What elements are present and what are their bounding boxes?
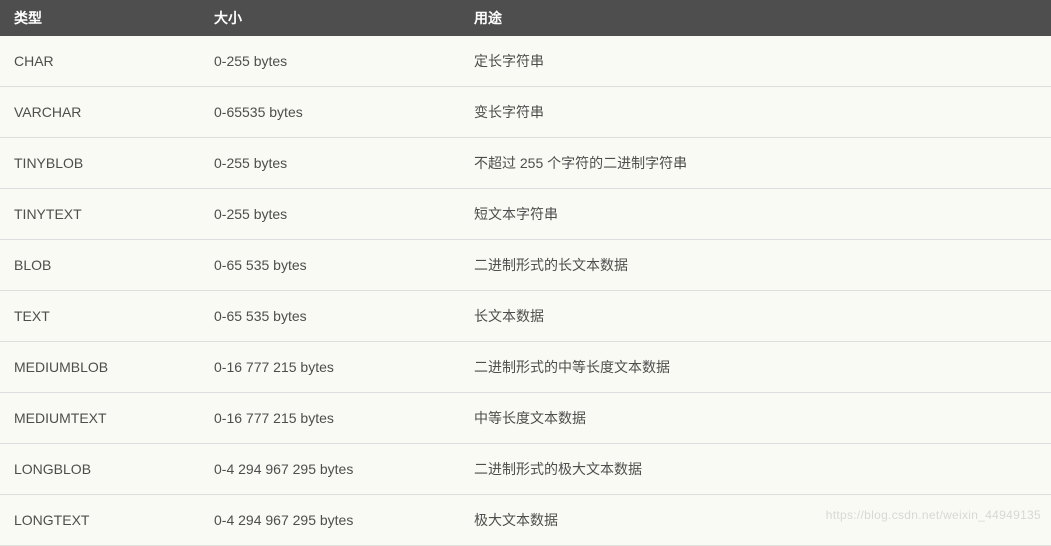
cell-usage: 定长字符串: [460, 36, 1051, 87]
cell-type: TEXT: [0, 291, 200, 342]
cell-usage: 不超过 255 个字符的二进制字符串: [460, 138, 1051, 189]
cell-usage: 二进制形式的长文本数据: [460, 240, 1051, 291]
cell-size: 0-255 bytes: [200, 138, 460, 189]
table-row: BLOB 0-65 535 bytes 二进制形式的长文本数据: [0, 240, 1051, 291]
cell-size: 0-255 bytes: [200, 36, 460, 87]
cell-usage: 二进制形式的中等长度文本数据: [460, 342, 1051, 393]
table-row: VARCHAR 0-65535 bytes 变长字符串: [0, 87, 1051, 138]
cell-type: BLOB: [0, 240, 200, 291]
table-row: CHAR 0-255 bytes 定长字符串: [0, 36, 1051, 87]
table-body: CHAR 0-255 bytes 定长字符串 VARCHAR 0-65535 b…: [0, 36, 1051, 546]
cell-type: VARCHAR: [0, 87, 200, 138]
table-header: 类型 大小 用途: [0, 0, 1051, 36]
table-row: TINYBLOB 0-255 bytes 不超过 255 个字符的二进制字符串: [0, 138, 1051, 189]
cell-usage: 变长字符串: [460, 87, 1051, 138]
cell-type: TINYBLOB: [0, 138, 200, 189]
cell-size: 0-65 535 bytes: [200, 240, 460, 291]
cell-size: 0-4 294 967 295 bytes: [200, 444, 460, 495]
cell-type: TINYTEXT: [0, 189, 200, 240]
cell-size: 0-255 bytes: [200, 189, 460, 240]
cell-type: MEDIUMBLOB: [0, 342, 200, 393]
header-type: 类型: [0, 0, 200, 36]
table-row: LONGTEXT 0-4 294 967 295 bytes 极大文本数据: [0, 495, 1051, 546]
data-types-table-container: 类型 大小 用途 CHAR 0-255 bytes 定长字符串 VARCHAR …: [0, 0, 1051, 546]
table-header-row: 类型 大小 用途: [0, 0, 1051, 36]
cell-usage: 二进制形式的极大文本数据: [460, 444, 1051, 495]
cell-size: 0-16 777 215 bytes: [200, 393, 460, 444]
table-row: TEXT 0-65 535 bytes 长文本数据: [0, 291, 1051, 342]
table-row: TINYTEXT 0-255 bytes 短文本字符串: [0, 189, 1051, 240]
cell-type: CHAR: [0, 36, 200, 87]
cell-type: LONGBLOB: [0, 444, 200, 495]
cell-type: MEDIUMTEXT: [0, 393, 200, 444]
data-types-table: 类型 大小 用途 CHAR 0-255 bytes 定长字符串 VARCHAR …: [0, 0, 1051, 546]
cell-size: 0-65535 bytes: [200, 87, 460, 138]
cell-usage: 长文本数据: [460, 291, 1051, 342]
cell-usage: 短文本字符串: [460, 189, 1051, 240]
header-usage: 用途: [460, 0, 1051, 36]
cell-usage: 中等长度文本数据: [460, 393, 1051, 444]
cell-size: 0-65 535 bytes: [200, 291, 460, 342]
cell-size: 0-16 777 215 bytes: [200, 342, 460, 393]
table-row: LONGBLOB 0-4 294 967 295 bytes 二进制形式的极大文…: [0, 444, 1051, 495]
cell-type: LONGTEXT: [0, 495, 200, 546]
table-row: MEDIUMBLOB 0-16 777 215 bytes 二进制形式的中等长度…: [0, 342, 1051, 393]
cell-usage: 极大文本数据: [460, 495, 1051, 546]
cell-size: 0-4 294 967 295 bytes: [200, 495, 460, 546]
header-size: 大小: [200, 0, 460, 36]
table-row: MEDIUMTEXT 0-16 777 215 bytes 中等长度文本数据: [0, 393, 1051, 444]
